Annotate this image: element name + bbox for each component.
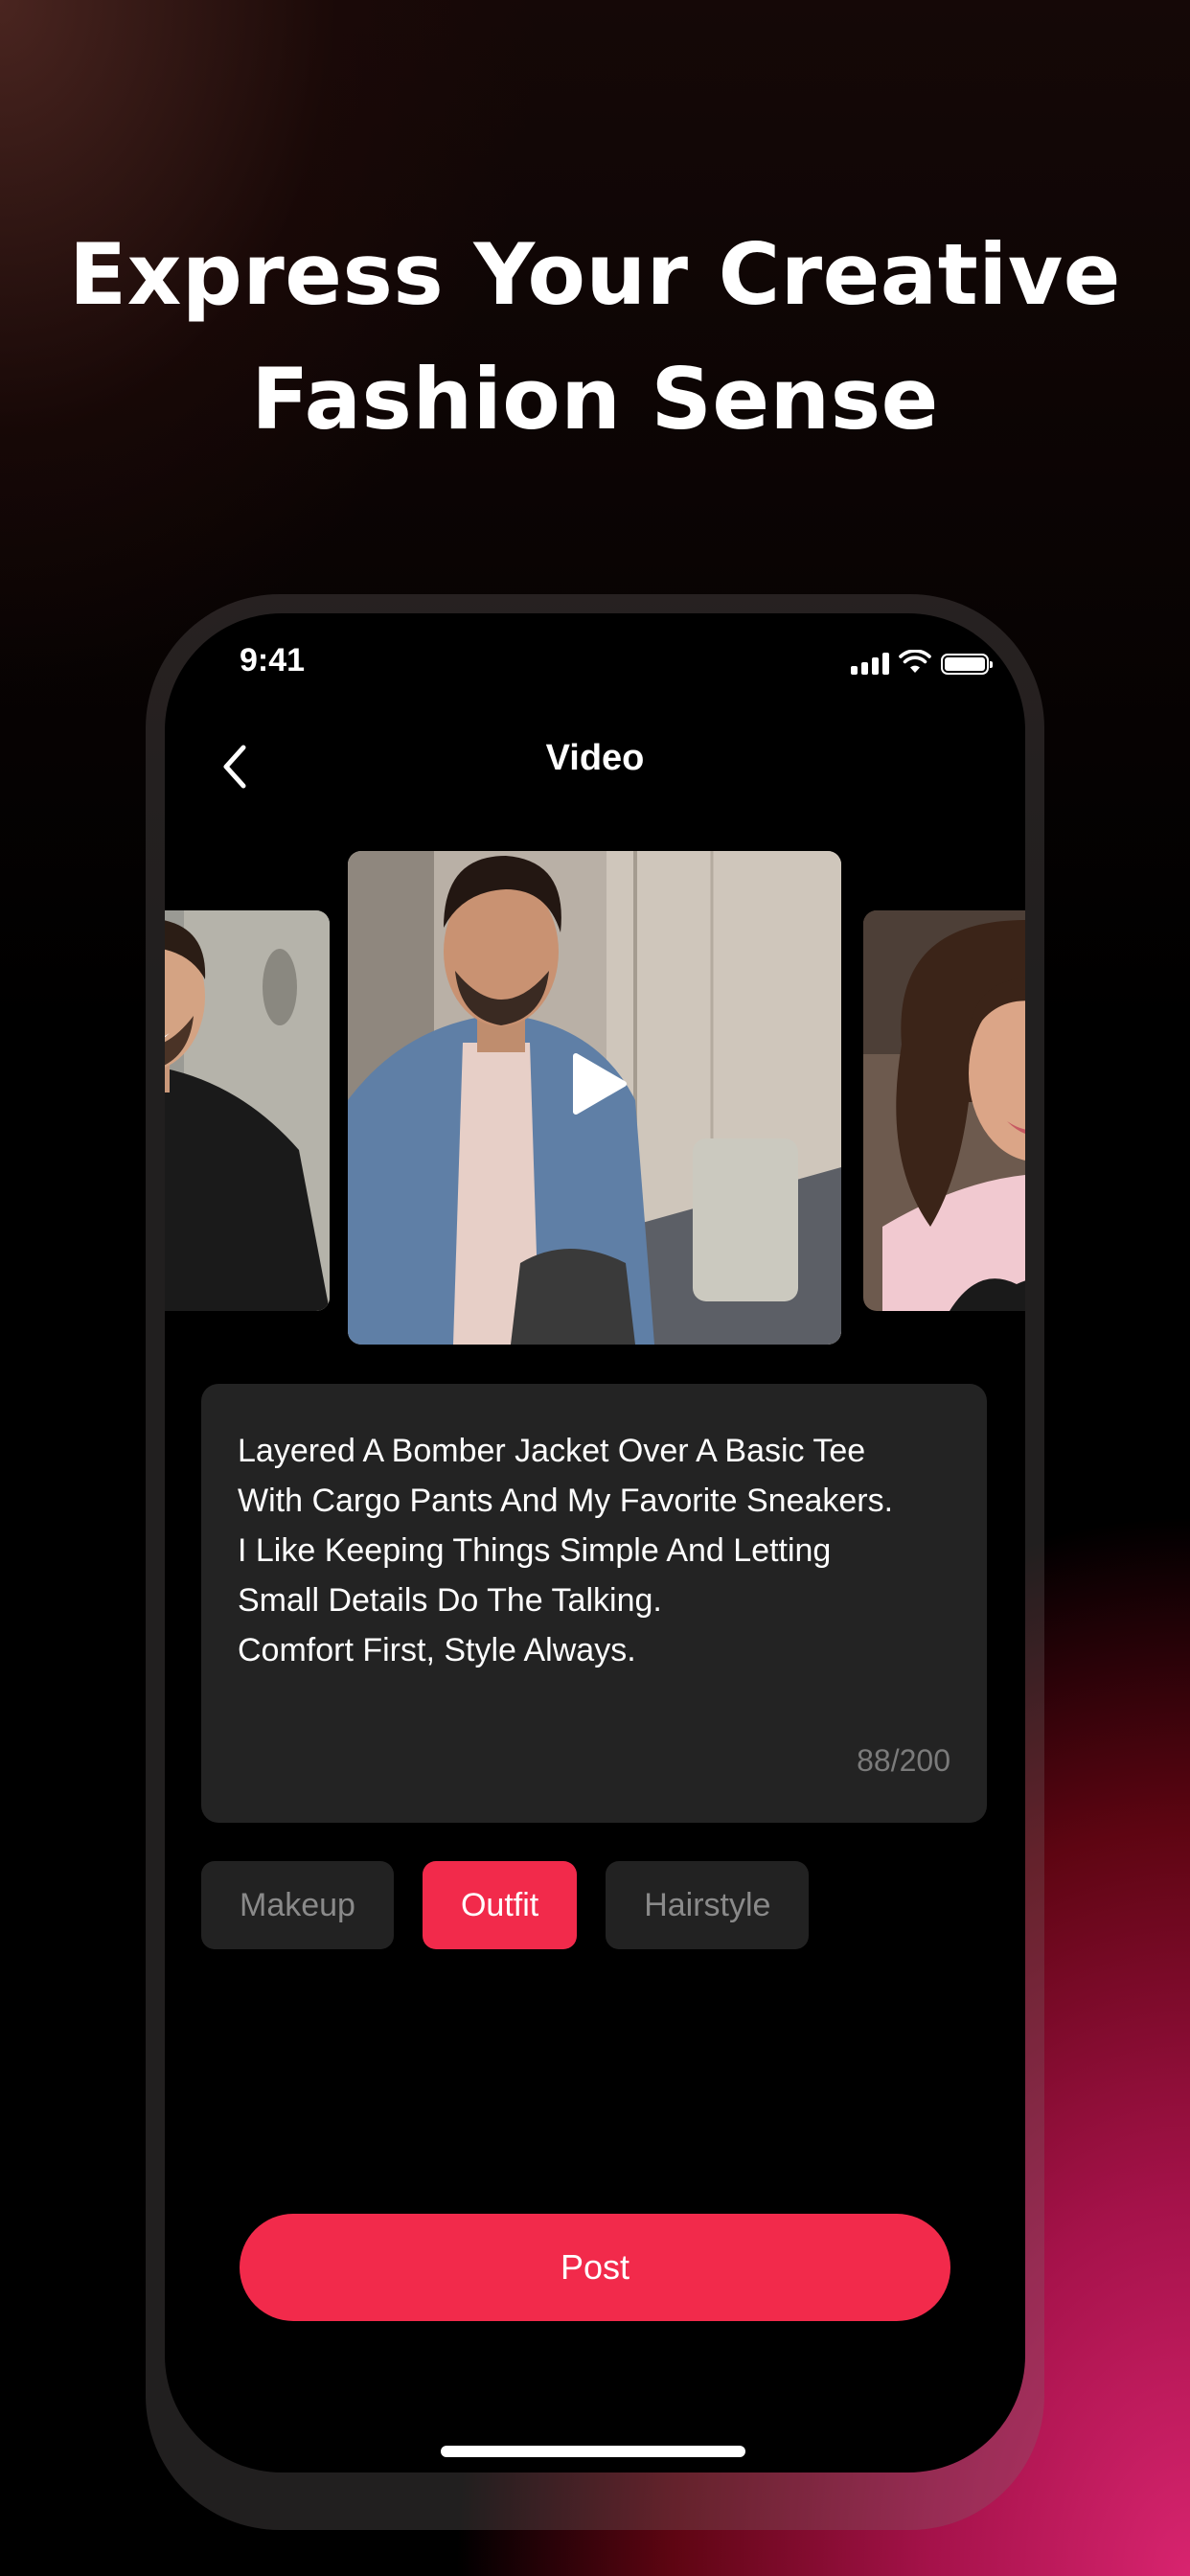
description-field[interactable]: Layered A Bomber Jacket Over A Basic Tee… bbox=[201, 1384, 987, 1823]
battery-icon bbox=[941, 654, 993, 675]
photo-curly-hair-woman bbox=[863, 910, 1025, 1311]
status-icons bbox=[851, 650, 993, 675]
signal-icon bbox=[851, 652, 889, 675]
gallery-item-smiling-man[interactable] bbox=[165, 910, 330, 1311]
chip-hairstyle[interactable]: Hairstyle bbox=[606, 1861, 810, 1949]
post-button[interactable]: Post bbox=[240, 2214, 950, 2321]
home-indicator[interactable] bbox=[441, 2446, 745, 2457]
wifi-icon bbox=[899, 650, 931, 673]
chip-outfit[interactable]: Outfit bbox=[422, 1861, 578, 1949]
page-title: Video bbox=[545, 738, 645, 778]
description-text[interactable]: Layered A Bomber Jacket Over A Basic Tee… bbox=[238, 1426, 950, 1675]
headline-line-2: Fashion Sense bbox=[251, 350, 939, 448]
character-count: 88/200 bbox=[857, 1743, 950, 1778]
gallery-item-video[interactable] bbox=[348, 851, 841, 1345]
phone-screen: 9:41 Video Layered A Bomber Jacket Over … bbox=[165, 613, 1025, 2472]
headline-line-1: Express Your Creative bbox=[69, 225, 1121, 324]
gallery-item-curly-hair-woman[interactable] bbox=[863, 910, 1025, 1311]
photo-smiling-man bbox=[165, 910, 330, 1311]
play-icon[interactable] bbox=[570, 1052, 628, 1116]
chip-makeup[interactable]: Makeup bbox=[201, 1861, 394, 1949]
status-time: 9:41 bbox=[240, 642, 306, 678]
category-chips: Makeup Outfit Hairstyle bbox=[201, 1861, 810, 1949]
headline: Express Your Creative Fashion Sense bbox=[0, 213, 1190, 462]
